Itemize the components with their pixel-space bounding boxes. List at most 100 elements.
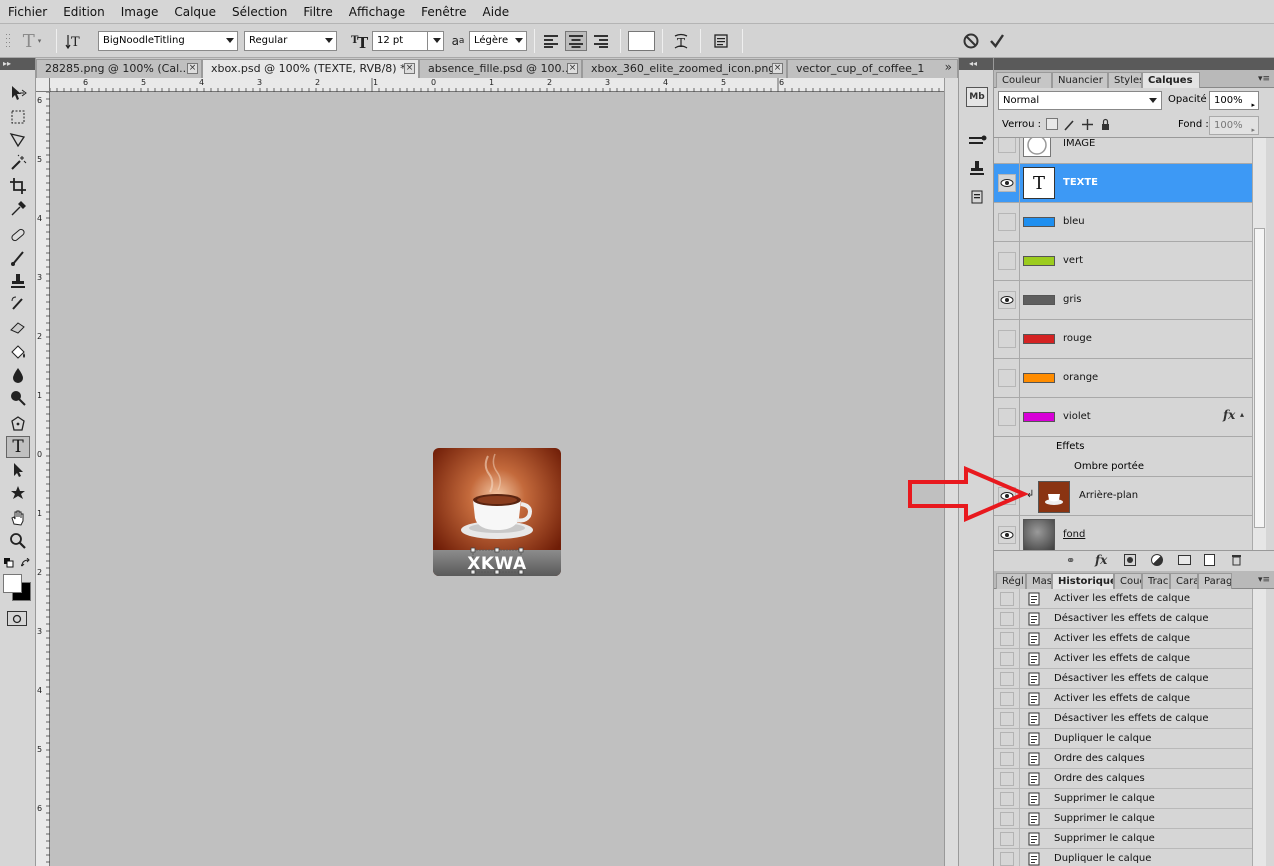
zoom-tool[interactable] (6, 530, 30, 552)
layer-visibility-toggle[interactable] (998, 330, 1016, 348)
document-canvas[interactable]: XKWA (50, 92, 944, 866)
history-item[interactable]: Activer les effets de calque (994, 629, 1252, 649)
commit-button[interactable] (986, 31, 1008, 51)
history-snapshot-checkbox[interactable] (1000, 752, 1014, 766)
lasso-tool[interactable] (6, 129, 30, 151)
history-scrollbar[interactable] (1252, 589, 1266, 866)
history-item[interactable]: Supprimer le calque (994, 809, 1252, 829)
dock-header[interactable]: ◂◂ (959, 58, 993, 70)
hand-tool[interactable] (6, 507, 30, 529)
history-snapshot-checkbox[interactable] (1000, 692, 1014, 706)
layer-violet[interactable]: violet fx ▴ (994, 398, 1252, 437)
text-color-swatch[interactable] (628, 31, 655, 51)
opacity-input[interactable]: 100% ▸ (1209, 91, 1259, 110)
brush-tool[interactable] (6, 247, 30, 269)
layer-orange[interactable]: orange (994, 359, 1252, 398)
new-group-icon[interactable] (1178, 555, 1191, 565)
history-item[interactable]: Activer les effets de calque (994, 689, 1252, 709)
layers-scrollbar[interactable] (1252, 138, 1266, 550)
panel-menu-icon[interactable]: ▾≡ (1258, 74, 1270, 84)
trash-icon[interactable] (1231, 554, 1242, 566)
layer-arriere-plan[interactable]: ↲ Arrière-plan (994, 477, 1252, 516)
clone-stamp-tool[interactable] (6, 270, 30, 292)
layer-visibility-toggle[interactable] (998, 174, 1016, 192)
close-icon[interactable]: × (187, 63, 198, 74)
add-mask-icon[interactable] (1124, 554, 1136, 566)
history-snapshot-checkbox[interactable] (1000, 612, 1014, 626)
history-item[interactable]: Dupliquer le calque (994, 729, 1252, 749)
history-item[interactable]: Supprimer le calque (994, 829, 1252, 849)
history-item[interactable]: Activer les effets de calque (994, 649, 1252, 669)
dodge-tool[interactable] (6, 387, 30, 409)
history-item[interactable]: Supprimer le calque (994, 789, 1252, 809)
align-right-button[interactable] (590, 31, 612, 51)
font-family-select[interactable]: BigNoodleTitling (98, 31, 238, 51)
font-style-select[interactable]: Regular (244, 31, 337, 51)
brush-presets-icon[interactable] (966, 128, 988, 148)
layer-visibility-toggle[interactable] (998, 526, 1016, 544)
layer-visibility-toggle[interactable] (998, 213, 1016, 231)
effect-drop-shadow-row[interactable]: Ombre portée (994, 457, 1252, 477)
align-center-button[interactable] (565, 31, 587, 51)
history-item[interactable]: Dupliquer le calque (994, 849, 1252, 866)
layer-gris[interactable]: gris (994, 281, 1252, 320)
layer-visibility-toggle[interactable] (998, 291, 1016, 309)
close-icon[interactable]: × (567, 63, 578, 74)
layer-vert[interactable]: vert (994, 242, 1252, 281)
layer-effects-row[interactable]: Effets (994, 437, 1252, 457)
layer-bleu[interactable]: bleu (994, 203, 1252, 242)
panel-tab[interactable]: Couc (1114, 573, 1142, 589)
warp-text-button[interactable]: T (670, 31, 692, 51)
panel-menu-icon[interactable]: ▾≡ (1258, 575, 1270, 585)
toggle-panels-button[interactable] (710, 31, 732, 51)
menu-item-2[interactable]: Image (113, 5, 167, 19)
layer-image[interactable]: IMAGE (994, 138, 1252, 164)
menu-item-6[interactable]: Affichage (341, 5, 413, 19)
menu-item-5[interactable]: Filtre (295, 5, 340, 19)
tools-panel-header[interactable]: ▸▸ (0, 58, 35, 70)
mini-bridge-icon[interactable]: Mb (966, 87, 988, 107)
menu-item-3[interactable]: Calque (166, 5, 224, 19)
history-snapshot-checkbox[interactable] (1000, 632, 1014, 646)
history-item[interactable]: Ordre des calques (994, 769, 1252, 789)
document-image[interactable]: XKWA (433, 448, 561, 576)
font-size-select[interactable]: 12 pt (372, 31, 444, 51)
eraser-tool[interactable] (6, 316, 30, 338)
history-item[interactable]: Désactiver les effets de calque (994, 669, 1252, 689)
panel-tab[interactable]: Masq (1026, 573, 1052, 589)
panel-dock-header[interactable] (994, 58, 1274, 70)
layer-visibility-toggle[interactable] (998, 408, 1016, 426)
layer-rouge[interactable]: rouge (994, 320, 1252, 359)
menu-item-1[interactable]: Edition (55, 5, 113, 19)
panel-tab[interactable]: Calques (1142, 72, 1200, 88)
crop-tool[interactable] (6, 175, 30, 197)
pen-tool[interactable] (6, 413, 30, 435)
add-style-icon[interactable]: fx (1095, 553, 1107, 567)
quick-mask-button[interactable] (7, 611, 27, 626)
close-icon[interactable]: × (404, 63, 415, 74)
healing-brush-tool[interactable] (6, 224, 30, 246)
tool-preset-picker[interactable]: T ▾ (14, 31, 50, 52)
default-colors-icon[interactable] (4, 558, 14, 568)
marquee-tool[interactable] (6, 106, 30, 128)
document-tab[interactable]: 28285.png @ 100% (Cal... × (36, 59, 202, 78)
move-tool[interactable] (6, 82, 30, 104)
clone-source-icon[interactable] (966, 158, 988, 178)
panel-tab[interactable]: Régl (996, 573, 1026, 589)
history-snapshot-checkbox[interactable] (1000, 852, 1014, 866)
panel-tab[interactable]: Cara (1170, 573, 1198, 589)
layer-visibility-toggle[interactable] (998, 138, 1016, 153)
history-item[interactable]: Désactiver les effets de calque (994, 709, 1252, 729)
quick-selection-tool[interactable] (6, 152, 30, 174)
history-snapshot-checkbox[interactable] (1000, 792, 1014, 806)
layers-scrollbar-thumb[interactable] (1254, 228, 1265, 528)
panel-tab[interactable]: Historique (1052, 573, 1114, 589)
document-tab[interactable]: absence_fille.psd @ 100... × (419, 59, 582, 78)
history-snapshot-checkbox[interactable] (1000, 672, 1014, 686)
history-snapshot-checkbox[interactable] (1000, 592, 1014, 606)
history-snapshot-checkbox[interactable] (1000, 812, 1014, 826)
toggle-orientation-button[interactable]: T (63, 31, 85, 51)
history-snapshot-checkbox[interactable] (1000, 772, 1014, 786)
link-layers-icon[interactable]: ⚭ (1066, 554, 1075, 567)
swap-colors-icon[interactable] (19, 557, 32, 568)
